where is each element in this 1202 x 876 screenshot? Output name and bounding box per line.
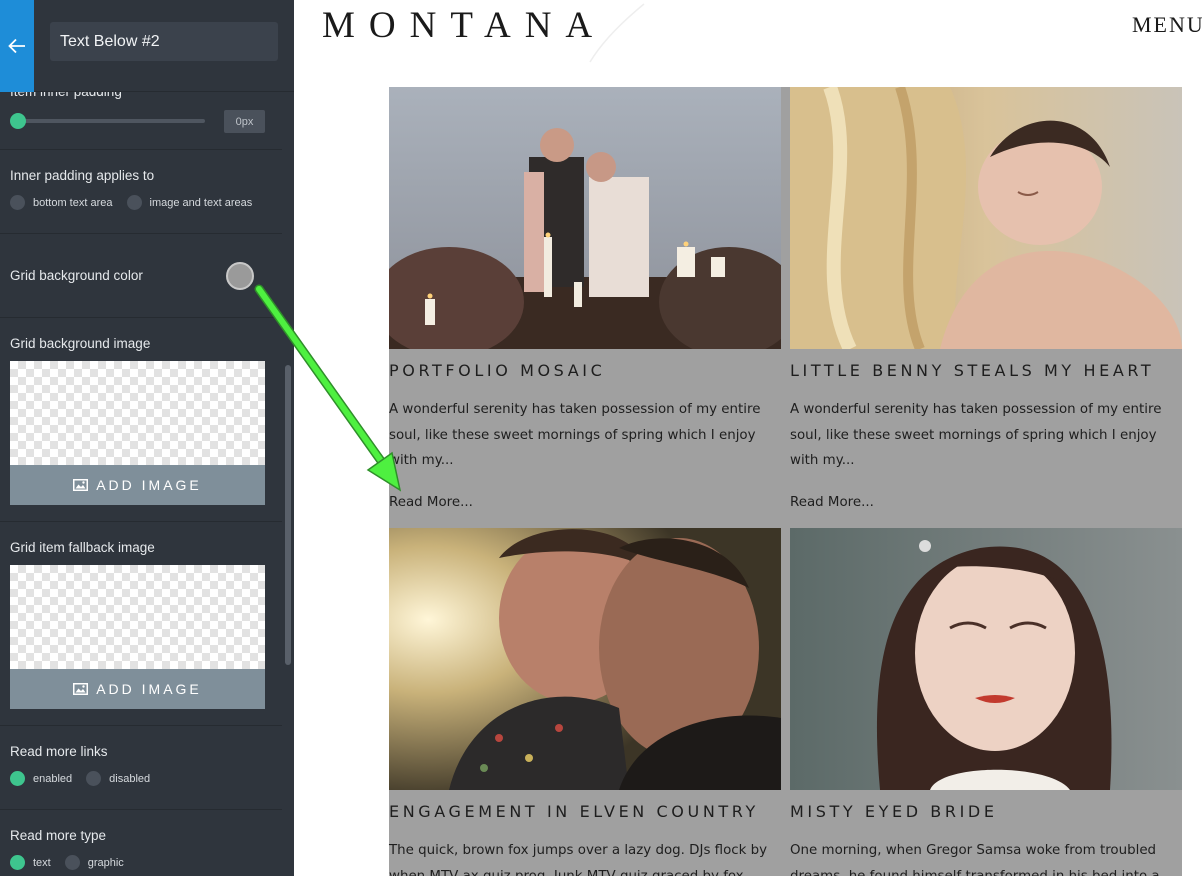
grid-bg-color-label: Grid background color — [10, 268, 143, 283]
block-title-input[interactable] — [50, 22, 278, 61]
inner-padding-applies-label: Inner padding applies to — [10, 168, 155, 183]
card-title[interactable]: MISTY EYED BRIDE — [790, 802, 998, 821]
back-button[interactable] — [0, 0, 34, 92]
read-more-type-options: text graphic — [10, 855, 138, 870]
radio-enabled[interactable] — [10, 771, 25, 786]
card-image-couple-candles[interactable] — [389, 87, 781, 349]
add-fallback-image-button[interactable]: ADD IMAGE — [10, 669, 265, 709]
read-more-link[interactable]: Read More... — [790, 495, 874, 510]
padding-slider-track[interactable] — [18, 119, 205, 123]
logo-flourish — [589, 3, 645, 63]
photo-mother-baby — [790, 87, 1182, 349]
card-excerpt: One morning, when Gregor Samsa woke from… — [790, 843, 1160, 876]
card-title[interactable]: PORTFOLIO MOSAIC — [389, 361, 605, 380]
card-title[interactable]: LITTLE BENNY STEALS MY HEART — [790, 361, 1154, 380]
read-more-link[interactable]: Read More... — [389, 495, 473, 510]
read-more-type-section: Read more type text graphic — [0, 810, 282, 876]
card-image-bride[interactable] — [790, 528, 1182, 790]
radio-label-image-and-text-areas[interactable]: image and text areas — [150, 197, 253, 209]
sidebar-header — [0, 0, 294, 92]
card-excerpt: A wonderful serenity has taken possessio… — [389, 402, 761, 468]
image-icon — [73, 683, 89, 695]
sidebar-scrollbar[interactable] — [285, 365, 291, 665]
radio-label-text[interactable]: text — [33, 857, 51, 869]
add-grid-bg-image-button[interactable]: ADD IMAGE — [10, 465, 265, 505]
grid-bg-image-preview: ADD IMAGE — [10, 361, 265, 505]
radio-graphic[interactable] — [64, 855, 80, 870]
radio-label-bottom-text-area[interactable]: bottom text area — [33, 197, 113, 209]
add-image-label: ADD IMAGE — [96, 477, 202, 493]
padding-slider-knob[interactable] — [10, 113, 26, 129]
arrow-left-icon — [8, 38, 25, 54]
card-image-baby[interactable] — [790, 87, 1182, 349]
radio-text[interactable] — [10, 855, 25, 870]
grid-bg-color-section: Grid background color — [0, 234, 282, 318]
card-excerpt: A wonderful serenity has taken possessio… — [790, 402, 1162, 468]
card-title[interactable]: ENGAGEMENT IN ELVEN COUNTRY — [389, 802, 759, 821]
radio-label-enabled[interactable]: enabled — [33, 773, 72, 785]
post-grid: PORTFOLIO MOSAIC A wonderful serenity ha… — [389, 87, 1182, 876]
inner-padding-applies-section: Inner padding applies to bottom text are… — [0, 150, 282, 234]
read-more-links-section: Read more links enabled disabled — [0, 726, 282, 810]
fallback-image-label: Grid item fallback image — [10, 540, 155, 555]
radio-bottom-text-area[interactable] — [10, 195, 25, 210]
site-logo[interactable]: MONTANA — [322, 4, 606, 47]
sidebar-scroll-area: Item inner padding 0px Inner padding app… — [0, 0, 282, 876]
photo-engagement-couple — [389, 528, 781, 790]
grid-bg-image-label: Grid background image — [10, 336, 151, 351]
radio-image-and-text-areas[interactable] — [126, 195, 142, 210]
add-image-label: ADD IMAGE — [96, 681, 202, 697]
site-preview: MONTANA MENU PORTFOLIO MOSAIC A wonderfu… — [294, 0, 1202, 876]
read-more-links-options: enabled disabled — [10, 771, 164, 786]
customizer-sidebar: Item inner padding 0px Inner padding app… — [0, 0, 294, 876]
radio-label-graphic[interactable]: graphic — [88, 857, 124, 869]
read-more-links-label: Read more links — [10, 744, 108, 759]
photo-misty-eyed-bride — [790, 528, 1182, 790]
radio-label-disabled[interactable]: disabled — [109, 773, 150, 785]
fallback-image-preview: ADD IMAGE — [10, 565, 265, 709]
fallback-image-section: Grid item fallback image ADD IMAGE — [0, 522, 282, 726]
read-more-type-label: Read more type — [10, 828, 107, 843]
inner-padding-applies-options: bottom text area image and text areas — [10, 195, 266, 210]
padding-value[interactable]: 0px — [224, 110, 265, 133]
photo-couple-candles — [389, 87, 781, 349]
radio-disabled[interactable] — [86, 771, 102, 786]
site-menu-link[interactable]: MENU — [1132, 12, 1202, 38]
grid-bg-image-section: Grid background image ADD IMAGE — [0, 318, 282, 522]
card-excerpt: The quick, brown fox jumps over a lazy d… — [389, 843, 768, 876]
card-image-engagement[interactable] — [389, 528, 781, 790]
grid-bg-color-swatch[interactable] — [226, 262, 254, 290]
image-icon — [73, 479, 89, 491]
